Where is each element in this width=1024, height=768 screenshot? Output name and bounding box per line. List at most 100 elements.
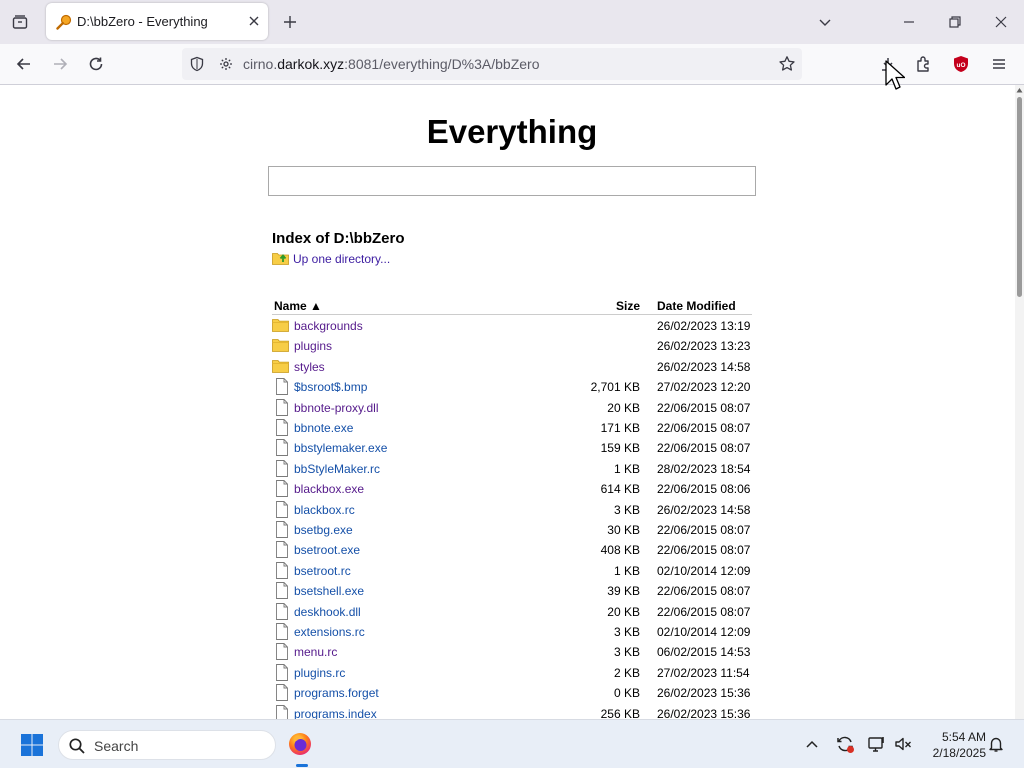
volume-muted-icon[interactable] bbox=[893, 734, 913, 759]
file-size: 171 KB bbox=[600, 421, 640, 435]
file-size: 20 KB bbox=[607, 400, 640, 415]
back-icon[interactable] bbox=[8, 48, 40, 80]
file-name-link[interactable]: backgrounds bbox=[294, 319, 363, 333]
file-name-link[interactable]: styles bbox=[294, 360, 325, 374]
table-row[interactable]: styles 26/02/2023 14:58 bbox=[272, 357, 752, 377]
file-date: 22/06/2015 08:07 bbox=[657, 604, 751, 619]
table-row[interactable]: bsetshell.exe 39 KB 22/06/2015 08:07 bbox=[272, 581, 752, 601]
file-size: 30 KB bbox=[607, 523, 640, 537]
table-row[interactable]: deskhook.dll 20 KB 22/06/2015 08:07 bbox=[272, 602, 752, 622]
menu-icon[interactable] bbox=[983, 48, 1015, 80]
folder-up-icon bbox=[272, 250, 289, 268]
table-row[interactable]: backgrounds 26/02/2023 13:19 bbox=[272, 316, 752, 336]
file-name-link[interactable]: bsetroot.exe bbox=[294, 543, 360, 557]
chevron-down-icon[interactable] bbox=[811, 8, 839, 36]
network-icon[interactable] bbox=[867, 734, 887, 759]
restore-icon[interactable] bbox=[941, 8, 969, 36]
file-name-link[interactable]: blackbox.rc bbox=[294, 503, 355, 517]
taskbar-search-box[interactable]: Search bbox=[58, 730, 276, 760]
page-scrollbar[interactable] bbox=[1015, 85, 1024, 719]
file-name-link[interactable]: bsetroot.rc bbox=[294, 564, 351, 578]
file-name-link[interactable]: plugins bbox=[294, 339, 332, 353]
table-row[interactable]: bbnote-proxy.dll 20 KB 22/06/2015 08:07 bbox=[272, 398, 752, 418]
file-name-link[interactable]: blackbox.exe bbox=[294, 482, 364, 496]
file-name-link[interactable]: plugins.rc bbox=[294, 666, 345, 680]
up-directory-link[interactable]: Up one directory... bbox=[272, 250, 390, 268]
new-tab-icon[interactable] bbox=[276, 8, 304, 36]
active-tab[interactable]: D:\bbZero - Everything bbox=[46, 3, 268, 40]
file-icon bbox=[275, 663, 293, 681]
table-row[interactable]: bsetbg.exe 30 KB 22/06/2015 08:07 bbox=[272, 520, 752, 540]
file-icon bbox=[275, 704, 293, 719]
table-row[interactable]: $bsroot$.bmp 2,701 KB 27/02/2023 12:20 bbox=[272, 377, 752, 397]
table-row[interactable]: bbstylemaker.exe 159 KB 22/06/2015 08:07 bbox=[272, 438, 752, 458]
scrollbar-thumb[interactable] bbox=[1017, 97, 1022, 297]
forward-icon[interactable] bbox=[44, 48, 76, 80]
sync-icon[interactable] bbox=[835, 734, 855, 759]
page-content: Everything Index of D:\bbZero Up one dir… bbox=[0, 85, 1015, 719]
tab-title: D:\bbZero - Everything bbox=[77, 14, 208, 29]
table-row[interactable]: plugins 26/02/2023 13:23 bbox=[272, 336, 752, 356]
file-name-link[interactable]: bbnote-proxy.dll bbox=[294, 401, 379, 415]
file-name-link[interactable]: $bsroot$.bmp bbox=[294, 380, 367, 394]
ublock-icon[interactable]: uO bbox=[945, 48, 977, 80]
extensions-icon[interactable] bbox=[908, 48, 940, 80]
table-row[interactable]: extensions.rc 3 KB 02/10/2014 12:09 bbox=[272, 622, 752, 642]
table-row[interactable]: bsetroot.exe 408 KB 22/06/2015 08:07 bbox=[272, 540, 752, 560]
file-size: 39 KB bbox=[607, 584, 640, 599]
table-row[interactable]: bsetroot.rc 1 KB 02/10/2014 12:09 bbox=[272, 561, 752, 581]
file-name-link[interactable]: bbStyleMaker.rc bbox=[294, 462, 380, 476]
file-name-link[interactable]: extensions.rc bbox=[294, 625, 365, 639]
bell-icon[interactable] bbox=[987, 735, 1005, 758]
shield-icon[interactable] bbox=[189, 56, 205, 77]
table-row[interactable]: blackbox.exe 614 KB 22/06/2015 08:06 bbox=[272, 479, 752, 499]
window-close-icon[interactable] bbox=[987, 8, 1015, 36]
table-row[interactable]: bbStyleMaker.rc 1 KB 28/02/2023 18:54 bbox=[272, 459, 752, 479]
file-date: 26/02/2023 14:58 bbox=[657, 502, 751, 517]
url-text[interactable]: cirno.darkok.xyz:8081/everything/D%3A/bb… bbox=[243, 56, 540, 72]
table-row[interactable]: programs.forget 0 KB 26/02/2023 15:36 bbox=[272, 683, 752, 703]
search-input[interactable] bbox=[268, 166, 756, 196]
file-date: 06/02/2015 14:53 bbox=[657, 645, 751, 660]
file-date: 22/06/2015 08:07 bbox=[657, 543, 751, 558]
file-size: 1 KB bbox=[613, 563, 640, 578]
file-date: 22/06/2015 08:07 bbox=[657, 523, 751, 537]
header-divider bbox=[272, 314, 752, 315]
table-row[interactable]: menu.rc 3 KB 06/02/2015 14:53 bbox=[272, 642, 752, 662]
file-size: 408 KB bbox=[600, 543, 640, 558]
file-name-link[interactable]: menu.rc bbox=[294, 645, 337, 659]
table-row[interactable]: plugins.rc 2 KB 27/02/2023 11:54 bbox=[272, 663, 752, 683]
system-clock[interactable]: 5:54 AM 2/18/2025 bbox=[920, 729, 986, 761]
chevron-up-icon[interactable] bbox=[804, 736, 820, 757]
close-icon[interactable] bbox=[245, 12, 263, 30]
file-date: 02/10/2014 12:09 bbox=[657, 625, 751, 639]
file-name-link[interactable]: programs.forget bbox=[294, 686, 379, 700]
file-name-link[interactable]: programs.index bbox=[294, 707, 377, 719]
lock-icon[interactable] bbox=[218, 56, 234, 77]
file-date: 22/06/2015 08:07 bbox=[657, 441, 751, 456]
column-header-date[interactable]: Date Modified bbox=[657, 299, 736, 313]
file-size: 256 KB bbox=[600, 706, 640, 719]
tab-strip: D:\bbZero - Everything bbox=[0, 0, 1024, 44]
file-name-link[interactable]: bsetbg.exe bbox=[294, 523, 353, 537]
file-size: 0 KB bbox=[613, 686, 640, 701]
column-header-name[interactable]: Name ▲ bbox=[274, 299, 322, 313]
file-name-link[interactable]: bsetshell.exe bbox=[294, 584, 364, 598]
tab-list-icon[interactable] bbox=[6, 8, 34, 36]
table-row[interactable]: bbnote.exe 171 KB 22/06/2015 08:07 bbox=[272, 418, 752, 438]
column-header-size[interactable]: Size bbox=[560, 299, 640, 313]
minimize-icon[interactable] bbox=[895, 8, 923, 36]
table-row[interactable]: blackbox.rc 3 KB 26/02/2023 14:58 bbox=[272, 500, 752, 520]
file-name-link[interactable]: bbstylemaker.exe bbox=[294, 441, 387, 455]
reload-icon[interactable] bbox=[80, 48, 112, 80]
bookmark-star-icon[interactable] bbox=[778, 55, 796, 78]
firefox-icon[interactable] bbox=[288, 732, 312, 761]
url-bar[interactable]: cirno.darkok.xyz:8081/everything/D%3A/bb… bbox=[182, 48, 802, 80]
taskbar: Search 5:54 AM 2/18/2025 bbox=[0, 719, 1024, 768]
table-row[interactable]: programs.index 256 KB 26/02/2023 15:36 bbox=[272, 704, 752, 719]
file-name-link[interactable]: deskhook.dll bbox=[294, 605, 361, 619]
file-date: 26/02/2023 13:19 bbox=[657, 319, 751, 333]
file-icon bbox=[275, 378, 293, 396]
file-name-link[interactable]: bbnote.exe bbox=[294, 421, 353, 435]
windows-start-icon[interactable] bbox=[20, 733, 44, 762]
